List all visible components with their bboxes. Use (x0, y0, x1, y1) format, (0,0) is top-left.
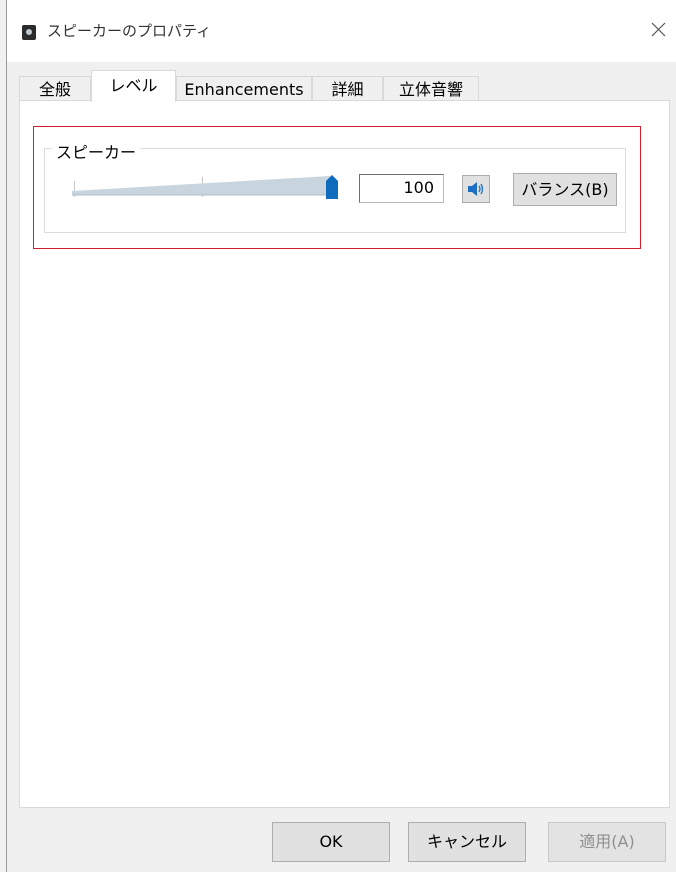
tab-panel-levels: スピーカー 100 バランス(B) (19, 100, 670, 808)
tab-general[interactable]: 全般 (19, 76, 91, 101)
group-label: スピーカー (52, 139, 141, 163)
volume-value-field[interactable]: 100 (359, 174, 444, 203)
slider-track (72, 176, 330, 196)
speaker-volume-icon (468, 182, 484, 196)
title-bar: スピーカーのプロパティ (7, 0, 676, 62)
mute-button[interactable] (462, 175, 490, 203)
speaker-device-icon (22, 25, 36, 40)
tab-levels[interactable]: レベル (91, 70, 176, 102)
close-button[interactable] (643, 14, 673, 44)
close-icon (651, 22, 665, 36)
volume-slider[interactable] (72, 169, 362, 199)
slider-thumb[interactable] (326, 175, 338, 199)
tab-strip: 全般 レベル Enhancements 詳細 立体音響 (19, 70, 489, 102)
balance-button[interactable]: バランス(B) (513, 173, 617, 206)
cancel-button[interactable]: キャンセル (408, 822, 526, 862)
ok-button[interactable]: OK (272, 822, 390, 862)
speaker-properties-window: スピーカーのプロパティ 全般 レベル Enhancements 詳細 立体音響 … (6, 0, 676, 872)
tab-spatial-sound[interactable]: 立体音響 (383, 76, 479, 101)
window-title: スピーカーのプロパティ (47, 22, 212, 40)
tab-enhancements[interactable]: Enhancements (176, 76, 312, 101)
apply-button[interactable]: 適用(A) (548, 822, 666, 862)
tab-advanced[interactable]: 詳細 (312, 76, 383, 101)
